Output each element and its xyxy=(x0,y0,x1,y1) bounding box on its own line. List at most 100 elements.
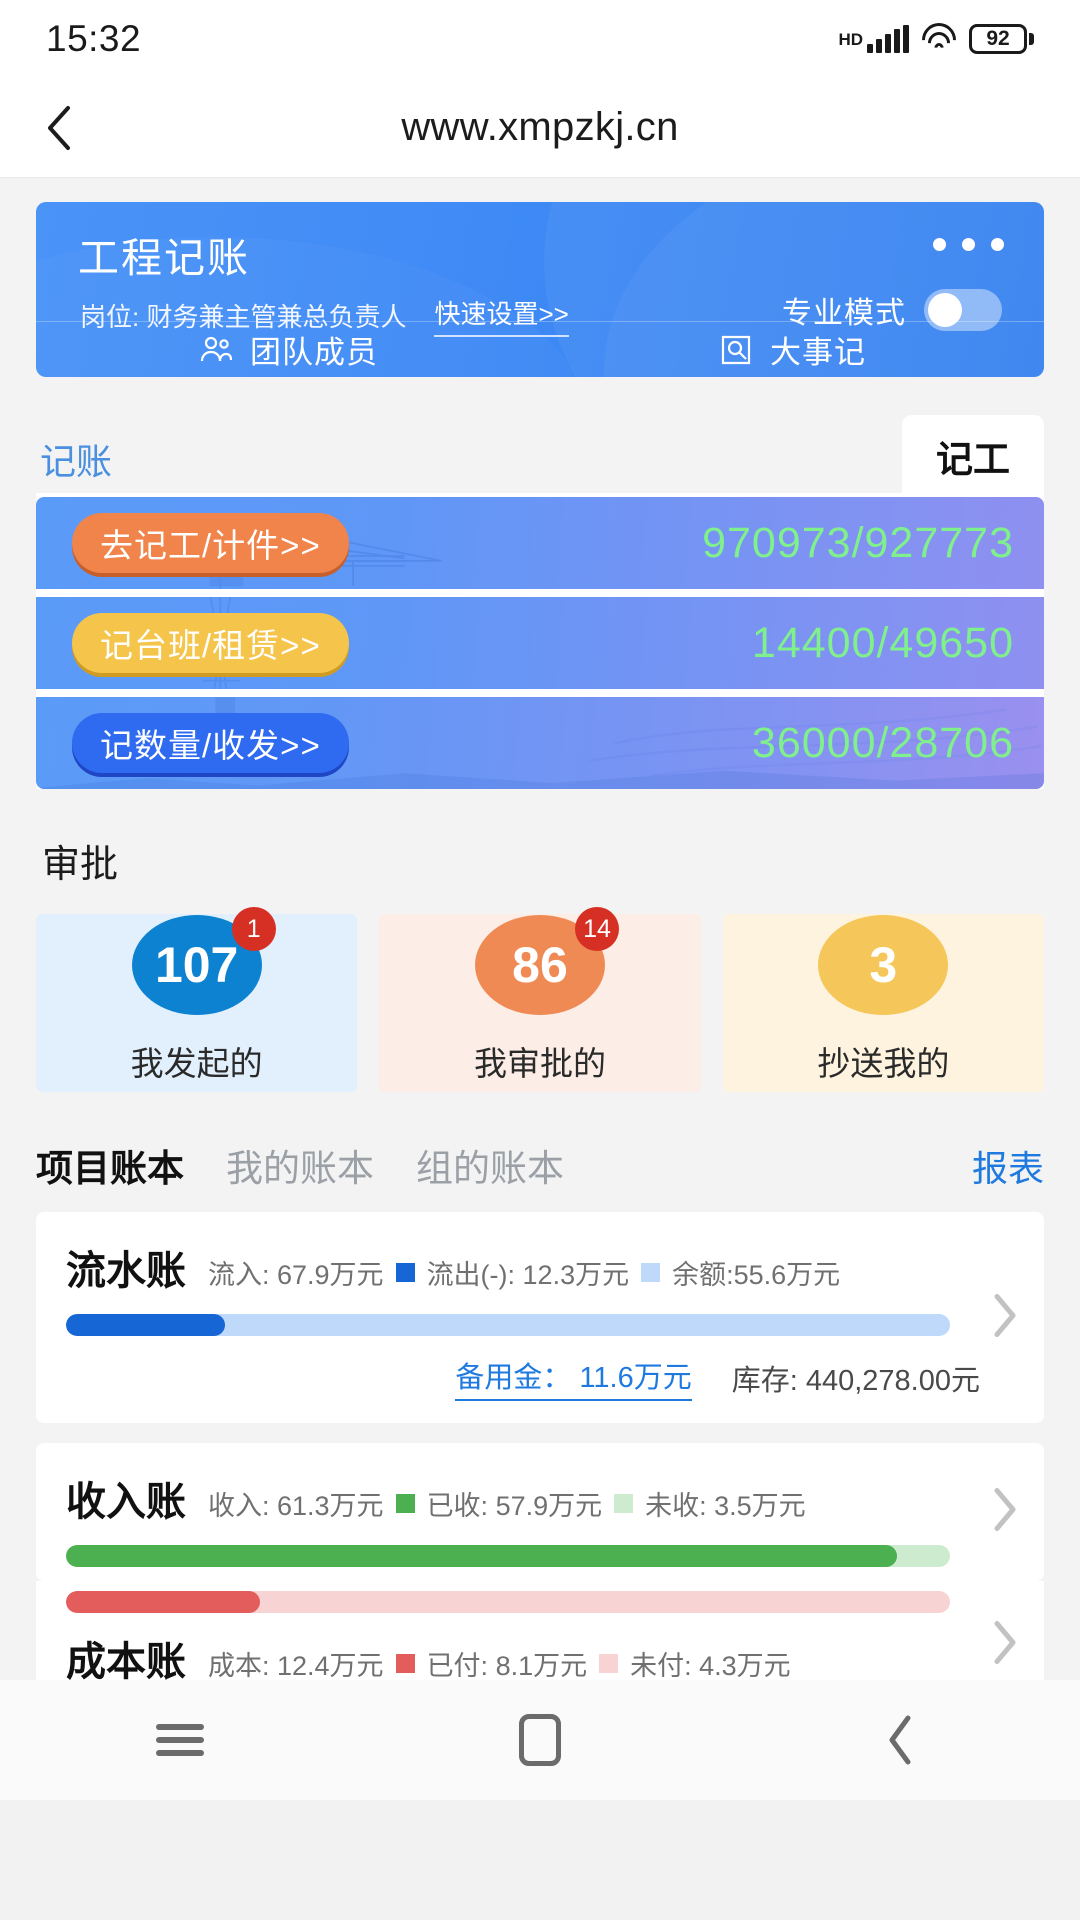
system-back-button[interactable] xyxy=(840,1700,960,1780)
income-progress-fill xyxy=(66,1545,897,1567)
tab-jigong[interactable]: 记工 xyxy=(902,415,1044,493)
ledger-metrics: 流入: 67.9万元 流出(-): 12.3万元 余额:55.6万元 xyxy=(208,1253,840,1292)
page-title: www.xmpzkj.cn xyxy=(401,105,679,149)
events-log-icon xyxy=(721,335,751,364)
status-time: 15:32 xyxy=(46,18,142,59)
ledger-name: 成本账 xyxy=(66,1640,186,1684)
approval-card-cc-to-me[interactable]: 3 抄送我的 xyxy=(722,914,1044,1092)
menu-recents-icon xyxy=(156,1717,204,1763)
cashflow-subline: 备用金： 11.6万元 库存: 440,278.00元 xyxy=(66,1354,1014,1401)
ledger-tab-bar: 项目账本 我的账本 组的账本 报表 xyxy=(36,1138,1044,1192)
wifi-icon xyxy=(914,15,964,64)
chevron-right-icon[interactable] xyxy=(992,1488,1018,1537)
hd-network-label: HD xyxy=(838,30,863,49)
legend-swatch-unreceived xyxy=(614,1494,634,1513)
metric-received: 已收: 57.9万元 xyxy=(426,1491,603,1521)
record-shift-rental-button[interactable]: 记台班/租赁>> xyxy=(72,613,349,673)
battery-icon: 92 xyxy=(969,24,1034,54)
events-log-label: 大事记 xyxy=(770,335,866,370)
record-tab-bar: 记账 记工 xyxy=(36,415,1044,493)
ledger-tab-group[interactable]: 组的账本 xyxy=(416,1138,564,1192)
cost-progress-fill xyxy=(66,1591,261,1613)
metric-outflow: 流出(-): 12.3万元 xyxy=(426,1260,630,1290)
project-hero-card[interactable]: 工程记账 岗位: 财务兼主管兼总负责人 快速设置>> 专业模式 团队成员 大事记 xyxy=(36,202,1044,377)
ledger-header-row: 流水账 流入: 67.9万元 流出(-): 12.3万元 余额:55.6万元 xyxy=(66,1238,1014,1296)
metric-unpaid: 未付: 4.3万元 xyxy=(630,1651,791,1681)
status-badge: 14 xyxy=(574,907,619,951)
ledger-card-income[interactable]: 收入账 收入: 61.3万元 已收: 57.9万元 未收: 3.5万元 xyxy=(36,1443,1044,1581)
menu-recents-button[interactable] xyxy=(120,1700,240,1780)
ledger-header-row: 收入账 收入: 61.3万元 已收: 57.9万元 未收: 3.5万元 xyxy=(66,1469,1014,1527)
cashflow-progress-fill xyxy=(66,1314,226,1336)
home-square-icon xyxy=(519,1714,561,1766)
legend-swatch-received xyxy=(395,1494,415,1513)
approval-card-initiated[interactable]: 107 1 我发起的 xyxy=(36,907,358,1092)
work-bars-panel: 去记工/计件>> 970973/927773 记台班/租赁>> 14400/49… xyxy=(36,493,1044,789)
legend-swatch-paid xyxy=(395,1654,415,1673)
work-bar-row[interactable]: 记数量/收发>> 36000/28706 xyxy=(36,697,1044,789)
ledger-metrics: 收入: 61.3万元 已收: 57.9万元 未收: 3.5万元 xyxy=(208,1484,806,1523)
metric-cost: 成本: 12.4万元 xyxy=(208,1651,384,1681)
project-name: 工程记账 xyxy=(78,235,250,281)
home-button[interactable] xyxy=(480,1700,600,1780)
status-icons: HD 92 xyxy=(838,15,1034,64)
stock-value: 库存: 440,278.00元 xyxy=(731,1364,980,1397)
ledger-tab-mine[interactable]: 我的账本 xyxy=(226,1138,374,1192)
approval-count: 107 xyxy=(154,937,239,993)
ledger-header-row: 成本账 成本: 12.4万元 已付: 8.1万元 未付: 4.3万元 xyxy=(66,1629,1014,1687)
approval-count: 86 xyxy=(512,937,568,993)
system-nav-bar xyxy=(0,1680,1080,1800)
battery-level: 92 xyxy=(986,27,1010,50)
reserve-fund-link[interactable]: 备用金： 11.6万元 xyxy=(455,1354,692,1401)
approval-count-bubble: 86 14 xyxy=(474,907,619,1015)
go-record-work-button[interactable]: 去记工/计件>> xyxy=(72,513,349,573)
approval-label: 抄送我的 xyxy=(817,1045,950,1082)
chevron-right-icon[interactable] xyxy=(992,1293,1018,1342)
metric-income: 收入: 61.3万元 xyxy=(208,1491,384,1521)
events-log-button[interactable]: 大事记 xyxy=(540,322,1044,377)
record-quantity-button[interactable]: 记数量/收发>> xyxy=(72,713,349,773)
work-bar-value: 970973/927773 xyxy=(702,518,1014,567)
browser-title-bar: www.xmpzkj.cn xyxy=(0,78,1080,178)
cashflow-progress-track xyxy=(66,1314,950,1336)
metric-unreceived: 未收: 3.5万元 xyxy=(645,1491,806,1521)
metric-inflow: 流入: 67.9万元 xyxy=(208,1260,384,1290)
legend-swatch-balance xyxy=(641,1263,661,1282)
ledger-name: 收入账 xyxy=(66,1480,186,1524)
team-members-label: 团队成员 xyxy=(250,335,378,370)
back-chevron-icon xyxy=(889,1715,911,1765)
hero-footer-row: 团队成员 大事记 xyxy=(36,321,1044,377)
back-chevron-icon[interactable] xyxy=(36,105,82,151)
signal-bars-icon xyxy=(867,25,909,53)
approval-card-approved-by-me[interactable]: 86 14 我审批的 xyxy=(379,907,701,1092)
approval-count-bubble: 3 xyxy=(818,915,949,1015)
tab-jizhang[interactable]: 记账 xyxy=(36,433,116,493)
ledger-tab-project[interactable]: 项目账本 xyxy=(36,1138,184,1192)
approval-label: 我发起的 xyxy=(130,1045,263,1082)
page-content: 工程记账 岗位: 财务兼主管兼总负责人 快速设置>> 专业模式 团队成员 大事记… xyxy=(0,178,1080,1800)
approval-cards: 107 1 我发起的 86 14 我审批的 3 抄送我的 xyxy=(36,907,1044,1092)
team-members-icon xyxy=(200,336,233,361)
work-bar-value: 36000/28706 xyxy=(751,718,1014,767)
work-bar-row[interactable]: 记台班/租赁>> 14400/49650 xyxy=(36,597,1044,689)
chevron-right-icon[interactable] xyxy=(992,1621,1018,1670)
ledger-name: 流水账 xyxy=(66,1249,186,1293)
report-link[interactable]: 报表 xyxy=(972,1140,1044,1192)
metric-balance: 余额:55.6万元 xyxy=(672,1260,841,1290)
status-badge: 1 xyxy=(231,907,276,951)
approval-section-title: 审批 xyxy=(42,844,119,886)
status-bar: 15:32 HD 92 xyxy=(0,0,1080,78)
metric-paid: 已付: 8.1万元 xyxy=(426,1651,588,1681)
team-members-button[interactable]: 团队成员 xyxy=(36,322,540,377)
ledger-metrics: 成本: 12.4万元 已付: 8.1万元 未付: 4.3万元 xyxy=(208,1644,791,1683)
approval-label: 我审批的 xyxy=(473,1045,606,1082)
approval-count: 3 xyxy=(869,937,898,993)
work-bar-value: 14400/49650 xyxy=(751,618,1014,667)
income-progress-track xyxy=(66,1545,950,1567)
cost-progress-track xyxy=(66,1591,950,1613)
work-bar-row[interactable]: 去记工/计件>> 970973/927773 xyxy=(36,497,1044,589)
more-dots-icon[interactable] xyxy=(933,238,1004,251)
legend-swatch-outflow xyxy=(395,1263,415,1282)
legend-swatch-unpaid xyxy=(599,1654,619,1673)
ledger-card-cashflow[interactable]: 流水账 流入: 67.9万元 流出(-): 12.3万元 余额:55.6万元 备… xyxy=(36,1212,1044,1423)
